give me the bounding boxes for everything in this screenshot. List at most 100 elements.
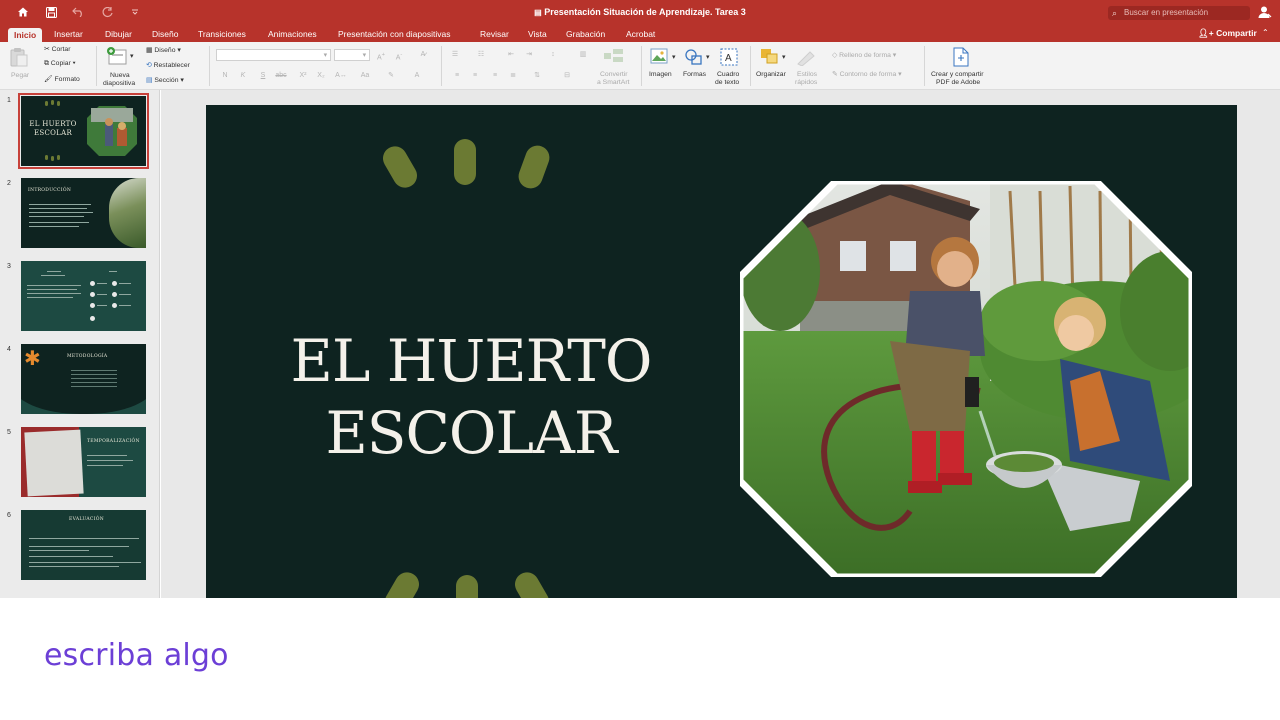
image-dropdown[interactable]: ▾ — [672, 53, 675, 61]
reset-button[interactable]: ⟲ Restablecer — [146, 61, 190, 69]
paste-icon[interactable] — [10, 47, 28, 72]
decrease-indent-icon[interactable]: ⇤ — [504, 50, 518, 60]
format-painter-button[interactable]: 🖌︎ Formato — [44, 75, 80, 83]
increase-indent-icon[interactable]: ⇥ — [522, 50, 536, 60]
align-right-icon[interactable]: ≡ — [488, 71, 502, 81]
slide-thumbnail-6[interactable]: EVALUACIÓN — [21, 510, 146, 580]
leaf-decoration — [51, 100, 54, 105]
arrange-icon[interactable] — [760, 48, 780, 71]
shapes-icon[interactable] — [684, 48, 704, 71]
subscript-icon[interactable]: X₂ — [314, 71, 328, 81]
columns-icon[interactable]: ▥ — [576, 50, 590, 60]
share-button[interactable]: 👤︎+ Compartir — [1198, 28, 1257, 39]
tab-diseno[interactable]: Diseño — [152, 28, 178, 42]
collapse-ribbon-icon[interactable]: ⌃ — [1262, 28, 1269, 37]
slide-thumbnail-2[interactable]: INTRODUCCIÓN — [21, 178, 146, 248]
grow-font-icon[interactable]: A+ — [374, 50, 388, 61]
line-spacing-icon[interactable]: ↕ — [546, 50, 560, 60]
font-size-select[interactable]: ▾ — [334, 49, 370, 61]
thumb-photo — [87, 106, 137, 156]
paint-bucket-icon: ◇ — [832, 52, 838, 59]
superscript-icon[interactable]: X² — [296, 71, 310, 81]
underline-button[interactable]: S — [256, 71, 270, 81]
tab-acrobat[interactable]: Acrobat — [626, 28, 655, 42]
reset-label: Restablecer — [153, 62, 190, 69]
thumb-title: METODOLOGÍA — [67, 354, 108, 359]
cut-button[interactable]: ✂ Cortar — [44, 45, 70, 53]
layout-button[interactable]: ▦ Diseño ▾ — [146, 46, 181, 54]
slide-number: 5 — [7, 429, 11, 436]
copy-button[interactable]: ⧉ Copiar ▾ — [44, 60, 76, 68]
tab-revisar[interactable]: Revisar — [480, 28, 509, 42]
shape-outline-button[interactable]: ✎ Contorno de forma ▾ — [832, 70, 902, 78]
text-line — [87, 455, 127, 456]
garden-photo[interactable] — [740, 181, 1192, 577]
slide-thumbnail-4[interactable]: ✱ METODOLOGÍA — [21, 344, 146, 414]
tab-inicio[interactable]: Inicio — [8, 28, 43, 42]
new-slide-icon[interactable] — [106, 46, 128, 71]
textbox-label-1: Cuadro — [717, 71, 740, 78]
search-input[interactable]: ⌕ Buscar en presentación — [1108, 6, 1250, 20]
caption-text: escriba algo — [44, 638, 229, 673]
text-line — [29, 538, 139, 539]
add-person-icon: 👤︎+ — [1198, 28, 1214, 38]
numbering-icon[interactable]: ☷ — [474, 50, 488, 60]
tab-transiciones[interactable]: Transiciones — [198, 28, 246, 42]
clear-format-icon[interactable]: A̷ — [416, 50, 430, 60]
shapes-button[interactable]: Formas — [683, 71, 706, 78]
tab-animaciones[interactable]: Animaciones — [268, 28, 317, 42]
smartart-icon[interactable] — [604, 49, 624, 68]
strikethrough-button[interactable]: abc — [274, 71, 288, 81]
copy-label: Copiar — [50, 60, 71, 67]
arrange-dropdown[interactable]: ▾ — [782, 53, 785, 61]
font-color-icon[interactable]: A — [410, 71, 424, 81]
title-bar: ▤ Presentación Situación de Aprendizaje.… — [0, 0, 1280, 26]
justify-icon[interactable]: ≣ — [506, 71, 520, 81]
tab-presentacion[interactable]: Presentación con diapositivas — [338, 28, 450, 42]
text-direction-icon[interactable]: ⇅ — [530, 71, 544, 81]
arrange-button[interactable]: Organizar — [756, 71, 786, 78]
image-button[interactable]: Imagen — [649, 71, 672, 78]
tab-dibujar[interactable]: Dibujar — [105, 28, 132, 42]
shape-fill-button[interactable]: ◇ Relleno de forma ▾ — [832, 51, 896, 59]
image-icon[interactable] — [650, 48, 670, 71]
text-line — [27, 289, 77, 290]
format-label: Formato — [54, 76, 80, 83]
account-icon[interactable] — [1258, 5, 1272, 19]
section-button[interactable]: ▤ Sección ▾ — [146, 76, 184, 84]
quick-styles-icon[interactable] — [796, 48, 818, 71]
align-text-icon[interactable]: ⊟ — [560, 71, 574, 81]
shrink-font-icon[interactable]: A- — [392, 50, 406, 61]
text-line — [29, 562, 141, 563]
slide-thumbnail-1[interactable]: EL HUERTO ESCOLAR — [18, 93, 149, 169]
thumb-title: TEMPORALIZACIÓN — [87, 439, 140, 444]
current-slide[interactable]: EL HUERTO ESCOLAR — [206, 105, 1237, 598]
tab-insertar[interactable]: Insertar — [54, 28, 83, 42]
paste-button[interactable]: Pegar — [11, 72, 29, 79]
align-center-icon[interactable]: ≡ — [468, 71, 482, 81]
brush-icon: 🖌︎ — [44, 76, 53, 83]
slide-title[interactable]: EL HUERTO ESCOLAR — [226, 325, 716, 469]
bullets-icon[interactable]: ☰ — [448, 50, 462, 60]
font-family-select[interactable]: ▾ — [216, 49, 331, 61]
tab-grabacion[interactable]: Grabación — [566, 28, 605, 42]
highlight-icon[interactable]: ✎ — [384, 71, 398, 81]
shapes-dropdown[interactable]: ▾ — [706, 53, 709, 61]
text-line — [47, 271, 61, 272]
tab-vista[interactable]: Vista — [528, 28, 547, 42]
char-spacing-icon[interactable]: A↔ — [334, 71, 348, 81]
text-line — [87, 465, 123, 466]
chevron-down-icon: ▾ — [323, 52, 327, 59]
slide-thumbnail-3[interactable] — [21, 261, 146, 331]
slide-thumbnail-5[interactable]: TEMPORALIZACIÓN — [21, 427, 146, 497]
text-line — [29, 550, 89, 551]
align-left-icon[interactable]: ≡ — [450, 71, 464, 81]
italic-button[interactable]: K — [236, 71, 250, 81]
svg-text:A: A — [725, 53, 732, 64]
new-slide-dropdown[interactable]: ▾ — [130, 52, 133, 60]
bold-button[interactable]: N — [218, 71, 232, 81]
window-title: ▤ Presentación Situación de Aprendizaje.… — [0, 7, 1280, 17]
adobe-pdf-icon[interactable] — [952, 47, 970, 72]
change-case-icon[interactable]: Aa — [358, 71, 372, 81]
textbox-icon[interactable]: A — [720, 48, 738, 71]
